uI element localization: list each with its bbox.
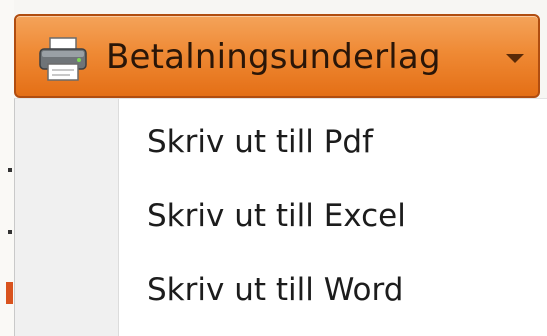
chevron-down-icon[interactable]: [506, 54, 524, 63]
button-label: Betalningsunderlag: [106, 37, 441, 77]
background-edge: [0, 0, 14, 336]
betalningsunderlag-dropdown-button[interactable]: Betalningsunderlag: [14, 14, 540, 98]
printer-icon: [39, 37, 87, 81]
menu-item-label: Skriv ut till Pdf: [147, 124, 373, 160]
edge-mark: [8, 168, 12, 172]
edge-accent: [6, 282, 13, 304]
menu-item-excel[interactable]: Skriv ut till Excel: [119, 180, 547, 250]
edge-mark: [8, 230, 12, 234]
app-area: Betalningsunderlag Skriv ut till Pdf Skr…: [0, 0, 547, 336]
menu-item-label: Skriv ut till Word: [147, 272, 404, 308]
menu-item-word[interactable]: Skriv ut till Word: [119, 254, 547, 324]
menu-item-label: Skriv ut till Excel: [147, 198, 406, 234]
dropdown-menu: Skriv ut till Pdf Skriv ut till Excel Sk…: [14, 98, 547, 336]
menu-item-pdf[interactable]: Skriv ut till Pdf: [119, 106, 547, 176]
menu-icon-gutter: [15, 99, 119, 336]
